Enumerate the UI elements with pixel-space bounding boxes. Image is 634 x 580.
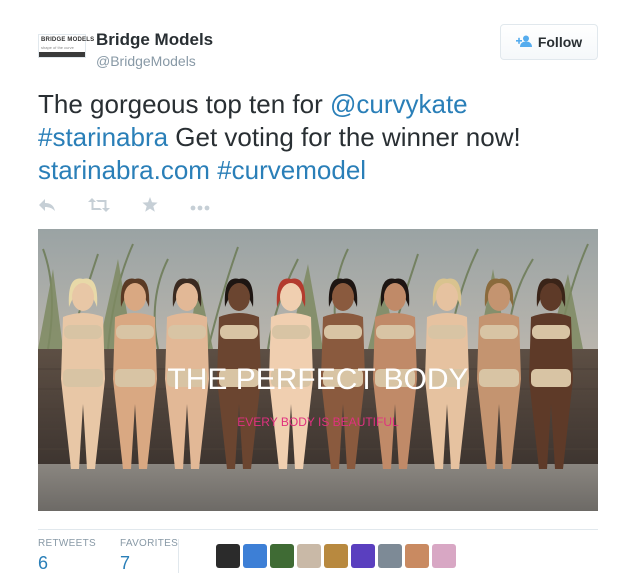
favoriter-avatar[interactable] (297, 544, 321, 568)
add-user-icon (515, 35, 532, 50)
favoriter-avatar[interactable] (243, 544, 267, 568)
favoriter-avatar[interactable] (432, 544, 456, 568)
hashtag-link-starinabra[interactable]: #starinabra (38, 122, 168, 152)
follow-label: Follow (537, 34, 583, 50)
url-link[interactable]: starinabra.com (38, 155, 210, 185)
tweet-header: BRIDGE MODELS shape of the curve Bridge … (38, 24, 598, 74)
retweets-count: 6 (38, 553, 49, 573)
account-logo[interactable]: BRIDGE MODELS shape of the curve (38, 34, 94, 58)
favoriter-avatar[interactable] (378, 544, 402, 568)
tweet-text-part1: The gorgeous top ten for (38, 89, 330, 119)
favoriter-avatar[interactable] (405, 544, 429, 568)
favorites-stat[interactable]: FAVORITES 7 (120, 538, 178, 574)
photo-illustration: THE PERFECT BODY EVERY BODY IS BEAUTIFUL (38, 229, 598, 511)
logo-line-1: BRIDGE MODELS (41, 37, 95, 43)
logo-line-2: shape of the curve (41, 45, 74, 50)
reply-icon[interactable] (38, 198, 56, 217)
favorites-count: 7 (120, 553, 131, 573)
photo-headline: THE PERFECT BODY (167, 363, 468, 396)
star-icon[interactable] (142, 197, 158, 217)
retweets-stat[interactable]: RETWEETS 6 (38, 538, 96, 574)
hashtag-link-curvemodel[interactable]: #curvemodel (217, 155, 366, 185)
mention-link[interactable]: @curvykate (330, 89, 468, 119)
favorites-label: FAVORITES (120, 538, 179, 549)
favoriter-avatars (216, 544, 456, 568)
tweet-text: The gorgeous top ten for @curvykate #sta… (38, 88, 608, 187)
account-name[interactable]: Bridge Models (96, 30, 213, 50)
favoriter-avatar[interactable] (324, 544, 348, 568)
photo-subline: EVERY BODY IS BEAUTIFUL (237, 415, 399, 429)
divider (38, 529, 598, 530)
tweet-photo[interactable]: THE PERFECT BODY EVERY BODY IS BEAUTIFUL (38, 229, 598, 511)
favoriter-avatar[interactable] (270, 544, 294, 568)
favoriter-avatar[interactable] (216, 544, 240, 568)
favoriter-avatar[interactable] (351, 544, 375, 568)
follow-button[interactable]: Follow (500, 24, 598, 60)
more-icon[interactable] (190, 198, 210, 216)
tweet-actions (38, 197, 210, 217)
retweets-label: RETWEETS (38, 538, 96, 549)
account-handle[interactable]: @BridgeModels (96, 53, 196, 69)
retweet-icon[interactable] (88, 197, 110, 217)
tweet-text-part2: Get voting for the winner now! (168, 122, 521, 152)
stats-divider (178, 539, 179, 573)
